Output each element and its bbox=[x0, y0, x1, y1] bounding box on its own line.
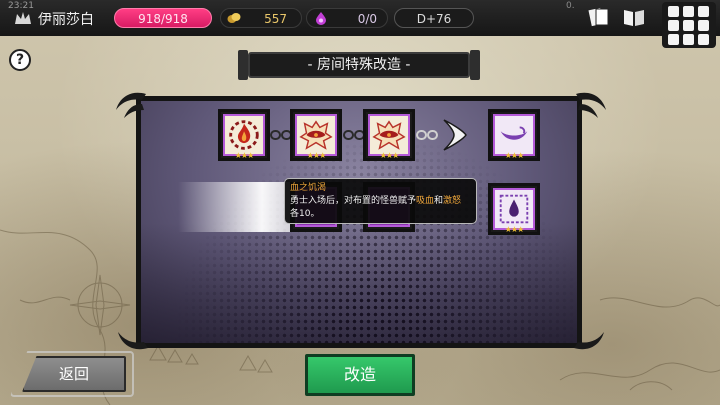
tooltip-description-line2: 各10。 bbox=[290, 209, 320, 219]
tooltip-description: 勇士入场后，对布置的怪兽赋予吸血和激怒 bbox=[290, 196, 462, 206]
highlight-rage: 激怒 bbox=[443, 196, 462, 206]
book-icon[interactable] bbox=[622, 6, 646, 28]
hp-value: 918/918 bbox=[138, 12, 188, 26]
top-status-bar: 23:21 0. 伊丽莎白 918/918 557 0/0 D+76 bbox=[0, 0, 720, 36]
tooltip-title: 血之饥渴 bbox=[290, 183, 327, 193]
fire-gear-icon bbox=[229, 120, 259, 150]
card-deck-icon[interactable] bbox=[586, 6, 610, 28]
chain-link-icon bbox=[343, 130, 365, 140]
day-value: D+76 bbox=[416, 12, 452, 26]
tile-stars: ★★★ bbox=[379, 151, 400, 160]
page-title: - 房间特殊改造 - bbox=[238, 50, 480, 80]
back-button[interactable]: 返回 bbox=[22, 356, 126, 392]
corner-ornament-icon bbox=[116, 92, 146, 118]
gold-counter: 557 bbox=[220, 8, 302, 28]
soul-value: 0/0 bbox=[357, 12, 377, 26]
gold-value: 557 bbox=[264, 12, 287, 26]
tile-stars: ★★★ bbox=[306, 151, 327, 160]
blood-drop-icon bbox=[499, 194, 529, 224]
hp-counter: 918/918 bbox=[114, 8, 212, 28]
room-tile-1[interactable]: ★★★ bbox=[218, 109, 270, 161]
chain-link-icon bbox=[416, 130, 438, 140]
room-tile-result-1[interactable]: ★★★ bbox=[488, 109, 540, 161]
menu-grid-button[interactable] bbox=[662, 2, 716, 48]
tile-stars: ★★★ bbox=[234, 151, 255, 160]
light-streak bbox=[178, 182, 298, 232]
soul-counter: 0/0 bbox=[306, 8, 388, 28]
tile-stars: ★★★ bbox=[504, 225, 525, 234]
tile-stars: ★★★ bbox=[504, 151, 525, 160]
status-indicator: 0. bbox=[566, 1, 575, 11]
bat-wing-icon bbox=[299, 120, 333, 150]
corner-ornament-icon bbox=[576, 92, 606, 118]
room-tile-3[interactable]: ★★★ bbox=[363, 109, 415, 161]
room-tile-2[interactable]: ★★★ bbox=[290, 109, 342, 161]
crescent-icon bbox=[500, 126, 528, 140]
modify-button[interactable]: 改造 bbox=[305, 354, 415, 396]
hero-name: 伊丽莎白 bbox=[38, 12, 94, 28]
chain-link-icon bbox=[270, 130, 292, 140]
corner-ornament-icon bbox=[118, 332, 148, 350]
soul-flame-icon bbox=[316, 12, 326, 25]
bat-wing-icon bbox=[372, 120, 406, 150]
room-tile-result-2[interactable]: ★★★ bbox=[488, 183, 540, 235]
menu-grid-icon bbox=[668, 6, 679, 17]
skill-tooltip: 血之饥渴 勇士入场后，对布置的怪兽赋予吸血和激怒 各10。 bbox=[284, 178, 477, 224]
corner-ornament-icon bbox=[574, 332, 604, 350]
day-counter: D+76 bbox=[394, 8, 474, 28]
arrow-right-icon bbox=[443, 119, 467, 151]
highlight-lifesteal: 吸血 bbox=[416, 196, 435, 206]
crown-icon bbox=[15, 12, 31, 24]
help-button[interactable]: ? bbox=[9, 49, 31, 71]
coin-icon bbox=[227, 13, 241, 23]
